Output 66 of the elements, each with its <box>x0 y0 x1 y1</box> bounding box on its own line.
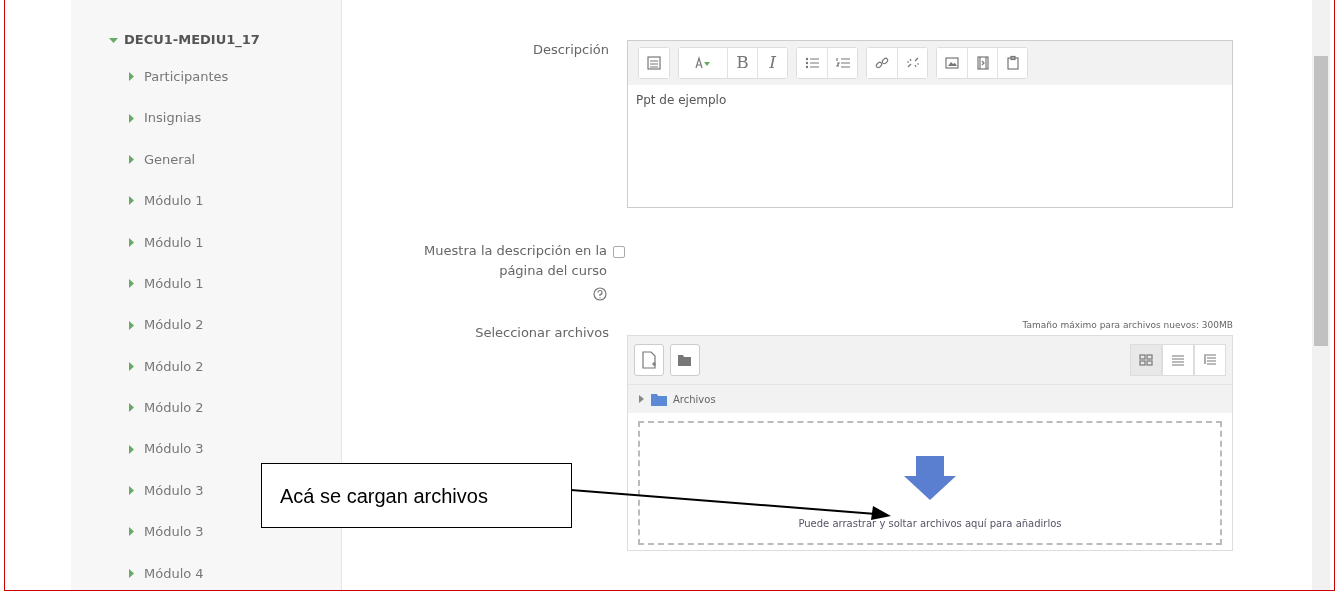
list-view-button[interactable] <box>1162 344 1194 376</box>
add-file-button[interactable] <box>634 344 664 376</box>
checkbox[interactable] <box>613 246 625 258</box>
tree-item[interactable]: Módulo 1 <box>144 232 204 252</box>
collapsed-arrow-icon[interactable] <box>127 237 136 247</box>
scrollbar-thumb[interactable] <box>1314 56 1328 346</box>
collapsed-arrow-icon[interactable] <box>127 361 136 371</box>
collapsed-arrow-icon[interactable] <box>127 279 136 289</box>
more-icon <box>646 55 662 71</box>
expand-arrow-icon <box>638 395 645 403</box>
tree-item[interactable]: Módulo 2 <box>144 398 204 418</box>
tree-item[interactable]: Módulo 1 <box>144 273 204 294</box>
drop-hint: Puede arrastrar y soltar archivos aquí para añadirlos <box>798 517 1062 531</box>
collapsed-arrow-icon[interactable] <box>127 113 136 123</box>
collapsed-arrow-icon[interactable] <box>127 196 136 206</box>
download-arrow-icon <box>904 456 956 500</box>
collapsed-arrow-icon[interactable] <box>127 154 136 164</box>
tree-item[interactable]: DECU1-MEDIU1_17 <box>124 30 260 50</box>
tree-item[interactable]: Módulo 4 <box>144 563 204 584</box>
max-size-text: Tamaño máximo para archivos nuevos: 300MB <box>1021 318 1233 332</box>
clipboard-button[interactable] <box>997 48 1027 78</box>
scrollbar[interactable] <box>1312 0 1330 590</box>
link-icon <box>874 55 890 71</box>
drop-zone[interactable]: Puede arrastrar y soltar archivos aquí para añadirlos <box>638 421 1222 545</box>
file-plus-icon <box>641 351 657 369</box>
collapsed-arrow-icon[interactable] <box>127 568 136 578</box>
expanded-arrow-icon[interactable] <box>109 35 118 45</box>
collapsed-arrow-icon[interactable] <box>127 527 136 537</box>
tree-item[interactable]: Módulo 3 <box>144 439 204 459</box>
clipboard-icon <box>1004 55 1021 71</box>
tree-item[interactable]: Módulo 3 <box>144 480 204 501</box>
tree-item[interactable]: General <box>144 149 196 170</box>
folder-plus-icon <box>677 352 693 368</box>
field-label: Seleccionar archivos <box>474 323 610 342</box>
numbered-list-icon <box>834 55 851 71</box>
folder-link[interactable]: Archivos <box>673 391 716 407</box>
tree-item[interactable]: Módulo 1 <box>144 191 204 211</box>
text-editor[interactable]: B I Ppt de ejemplo <box>627 40 1233 208</box>
collapsed-arrow-icon[interactable] <box>127 403 136 413</box>
grid-view-button[interactable] <box>1130 344 1162 376</box>
bullet-list-icon <box>804 55 820 71</box>
collapsed-arrow-icon[interactable] <box>127 320 136 330</box>
tree-item[interactable]: Módulo 2 <box>144 356 204 377</box>
folder-icon <box>651 392 667 406</box>
checkbox-label: Muestra la descripción en la página del curso <box>423 242 607 280</box>
italic-button[interactable]: I <box>757 48 787 78</box>
list-icon <box>1170 352 1186 368</box>
grid-icon <box>1138 352 1154 368</box>
unlink-button[interactable] <box>897 48 927 78</box>
collapsed-arrow-icon[interactable] <box>127 444 136 454</box>
field-label: Descripción <box>531 41 610 59</box>
collapsed-arrow-icon[interactable] <box>127 486 136 496</box>
tree-view-button[interactable] <box>1194 344 1226 376</box>
tree-item[interactable]: Insignias <box>144 108 202 128</box>
image-icon <box>944 55 960 71</box>
tree-list-icon <box>1202 352 1218 368</box>
collapsed-arrow-icon[interactable] <box>127 72 136 82</box>
tree-item[interactable]: Módulo 2 <box>144 315 204 335</box>
tree-item[interactable]: Módulo 3 <box>144 522 204 542</box>
more-button[interactable] <box>639 48 669 78</box>
help-icon[interactable] <box>593 286 607 301</box>
numbered-list-button[interactable] <box>827 48 857 78</box>
new-folder-button[interactable] <box>670 344 700 376</box>
tree-item[interactable]: Participantes <box>144 66 229 87</box>
film-icon <box>974 55 991 71</box>
callout-box: Acá se cargan archivos <box>261 463 572 528</box>
